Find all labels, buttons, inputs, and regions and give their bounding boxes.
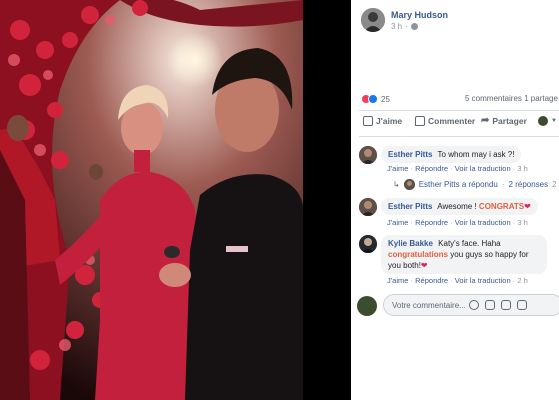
post-sidebar: Mary Hudson 3 h · 25 5 commentaires 1 pa… (351, 0, 559, 400)
like-reaction-icon (368, 94, 378, 104)
replies-count: 2 réponses (508, 180, 549, 189)
comment-like-link[interactable]: J'aime (387, 164, 408, 173)
comment-reply-link[interactable]: Répondre (415, 164, 448, 173)
post-header: Mary Hudson 3 h · (361, 8, 559, 36)
globe-icon (410, 23, 418, 30)
comment-highlight: congratulations (388, 250, 449, 259)
comment-reply-link[interactable]: Répondre (415, 218, 448, 227)
replier-avatar (403, 179, 415, 190)
comment-reply-link[interactable]: Répondre (415, 276, 448, 285)
replies-summary[interactable]: ↳ Esther Pitts a répondu · 2 réponses 2 … (393, 179, 559, 190)
divider (359, 110, 559, 111)
comments-shares-count[interactable]: 5 commentaires 1 partage (465, 94, 558, 103)
see-translation-link[interactable]: Voir la traduction (455, 164, 511, 173)
chevron-down-icon: ▼ (551, 118, 557, 124)
comment-bubble: Kylie Bakke Katy's face. Haha congratula… (381, 235, 547, 274)
comment-icon (415, 116, 425, 126)
reply-time: 2 h (552, 180, 559, 189)
like-button[interactable]: J'aime (363, 116, 402, 126)
author-name[interactable]: Mary Hudson (391, 10, 448, 20)
share-arrow-icon: ➦ (481, 115, 490, 126)
reaction-count: 25 (381, 94, 390, 104)
commenter-avatar[interactable] (359, 198, 377, 216)
comment-actions: J'aime · Répondre · Voir la traduction ·… (387, 276, 528, 285)
comment-bubble: Esther Pitts Awesome ! CONGRATS❤ (381, 198, 538, 215)
comment-like-link[interactable]: J'aime (387, 276, 408, 285)
comment-author[interactable]: Kylie Bakke (388, 239, 433, 248)
see-translation-link[interactable]: Voir la traduction (455, 218, 511, 227)
post-photo[interactable] (0, 0, 303, 400)
comment-input-placeholder: Votre commentaire... (392, 301, 466, 310)
action-bar: J'aime Commenter ➦ Partager ▼ (361, 116, 559, 132)
heart-icon: ❤ (524, 202, 531, 211)
post-time[interactable]: 3 h (391, 22, 402, 31)
comment-author[interactable]: Esther Pitts (388, 150, 432, 159)
composer-icons (469, 300, 527, 310)
commenter-avatar[interactable] (359, 235, 377, 253)
post-as-selector[interactable]: ▼ (538, 116, 557, 126)
heart-icon: ❤ (420, 261, 428, 270)
comment-like-link[interactable]: J'aime (387, 218, 408, 227)
current-user-avatar (357, 296, 377, 316)
comment-time[interactable]: 3 h (517, 164, 527, 173)
lightbox-gutter (303, 0, 351, 400)
sticker-icon[interactable] (517, 300, 527, 310)
emoji-icon[interactable] (469, 300, 479, 310)
post-meta: 3 h · (391, 22, 418, 31)
comment-text: To whom may i ask ?! (437, 150, 515, 159)
gif-icon[interactable] (501, 300, 511, 310)
comment-author[interactable]: Esther Pitts (388, 202, 432, 211)
see-translation-link[interactable]: Voir la traduction (455, 276, 511, 285)
divider (359, 136, 559, 137)
share-button[interactable]: ➦ Partager (481, 115, 527, 127)
comment-button[interactable]: Commenter (415, 116, 475, 126)
comment-time[interactable]: 2 h (517, 276, 527, 285)
author-avatar[interactable] (361, 8, 385, 32)
comment-text: Awesome ! (437, 202, 477, 211)
comment-text: Katy's face. Haha (438, 239, 501, 248)
photo-image (0, 0, 303, 400)
comment-bubble: Esther Pitts To whom may i ask ?! (381, 146, 522, 163)
thumbs-up-icon (363, 116, 373, 126)
post-stats: 25 5 commentaires 1 partage (361, 94, 559, 106)
comment-highlight: CONGRATS (478, 202, 525, 211)
commenter-avatar[interactable] (359, 146, 377, 164)
comment-actions: J'aime · Répondre · Voir la traduction ·… (387, 164, 528, 173)
reply-arrow-icon: ↳ (393, 180, 400, 189)
page-avatar-icon (538, 116, 548, 126)
comment-time[interactable]: 3 h (517, 218, 527, 227)
comment-actions: J'aime · Répondre · Voir la traduction ·… (387, 218, 528, 227)
camera-icon[interactable] (485, 300, 495, 310)
comment-composer: Votre commentaire... (357, 294, 559, 316)
reactions-summary[interactable]: 25 (361, 94, 390, 104)
replied-text: Esther Pitts a répondu (418, 180, 498, 189)
